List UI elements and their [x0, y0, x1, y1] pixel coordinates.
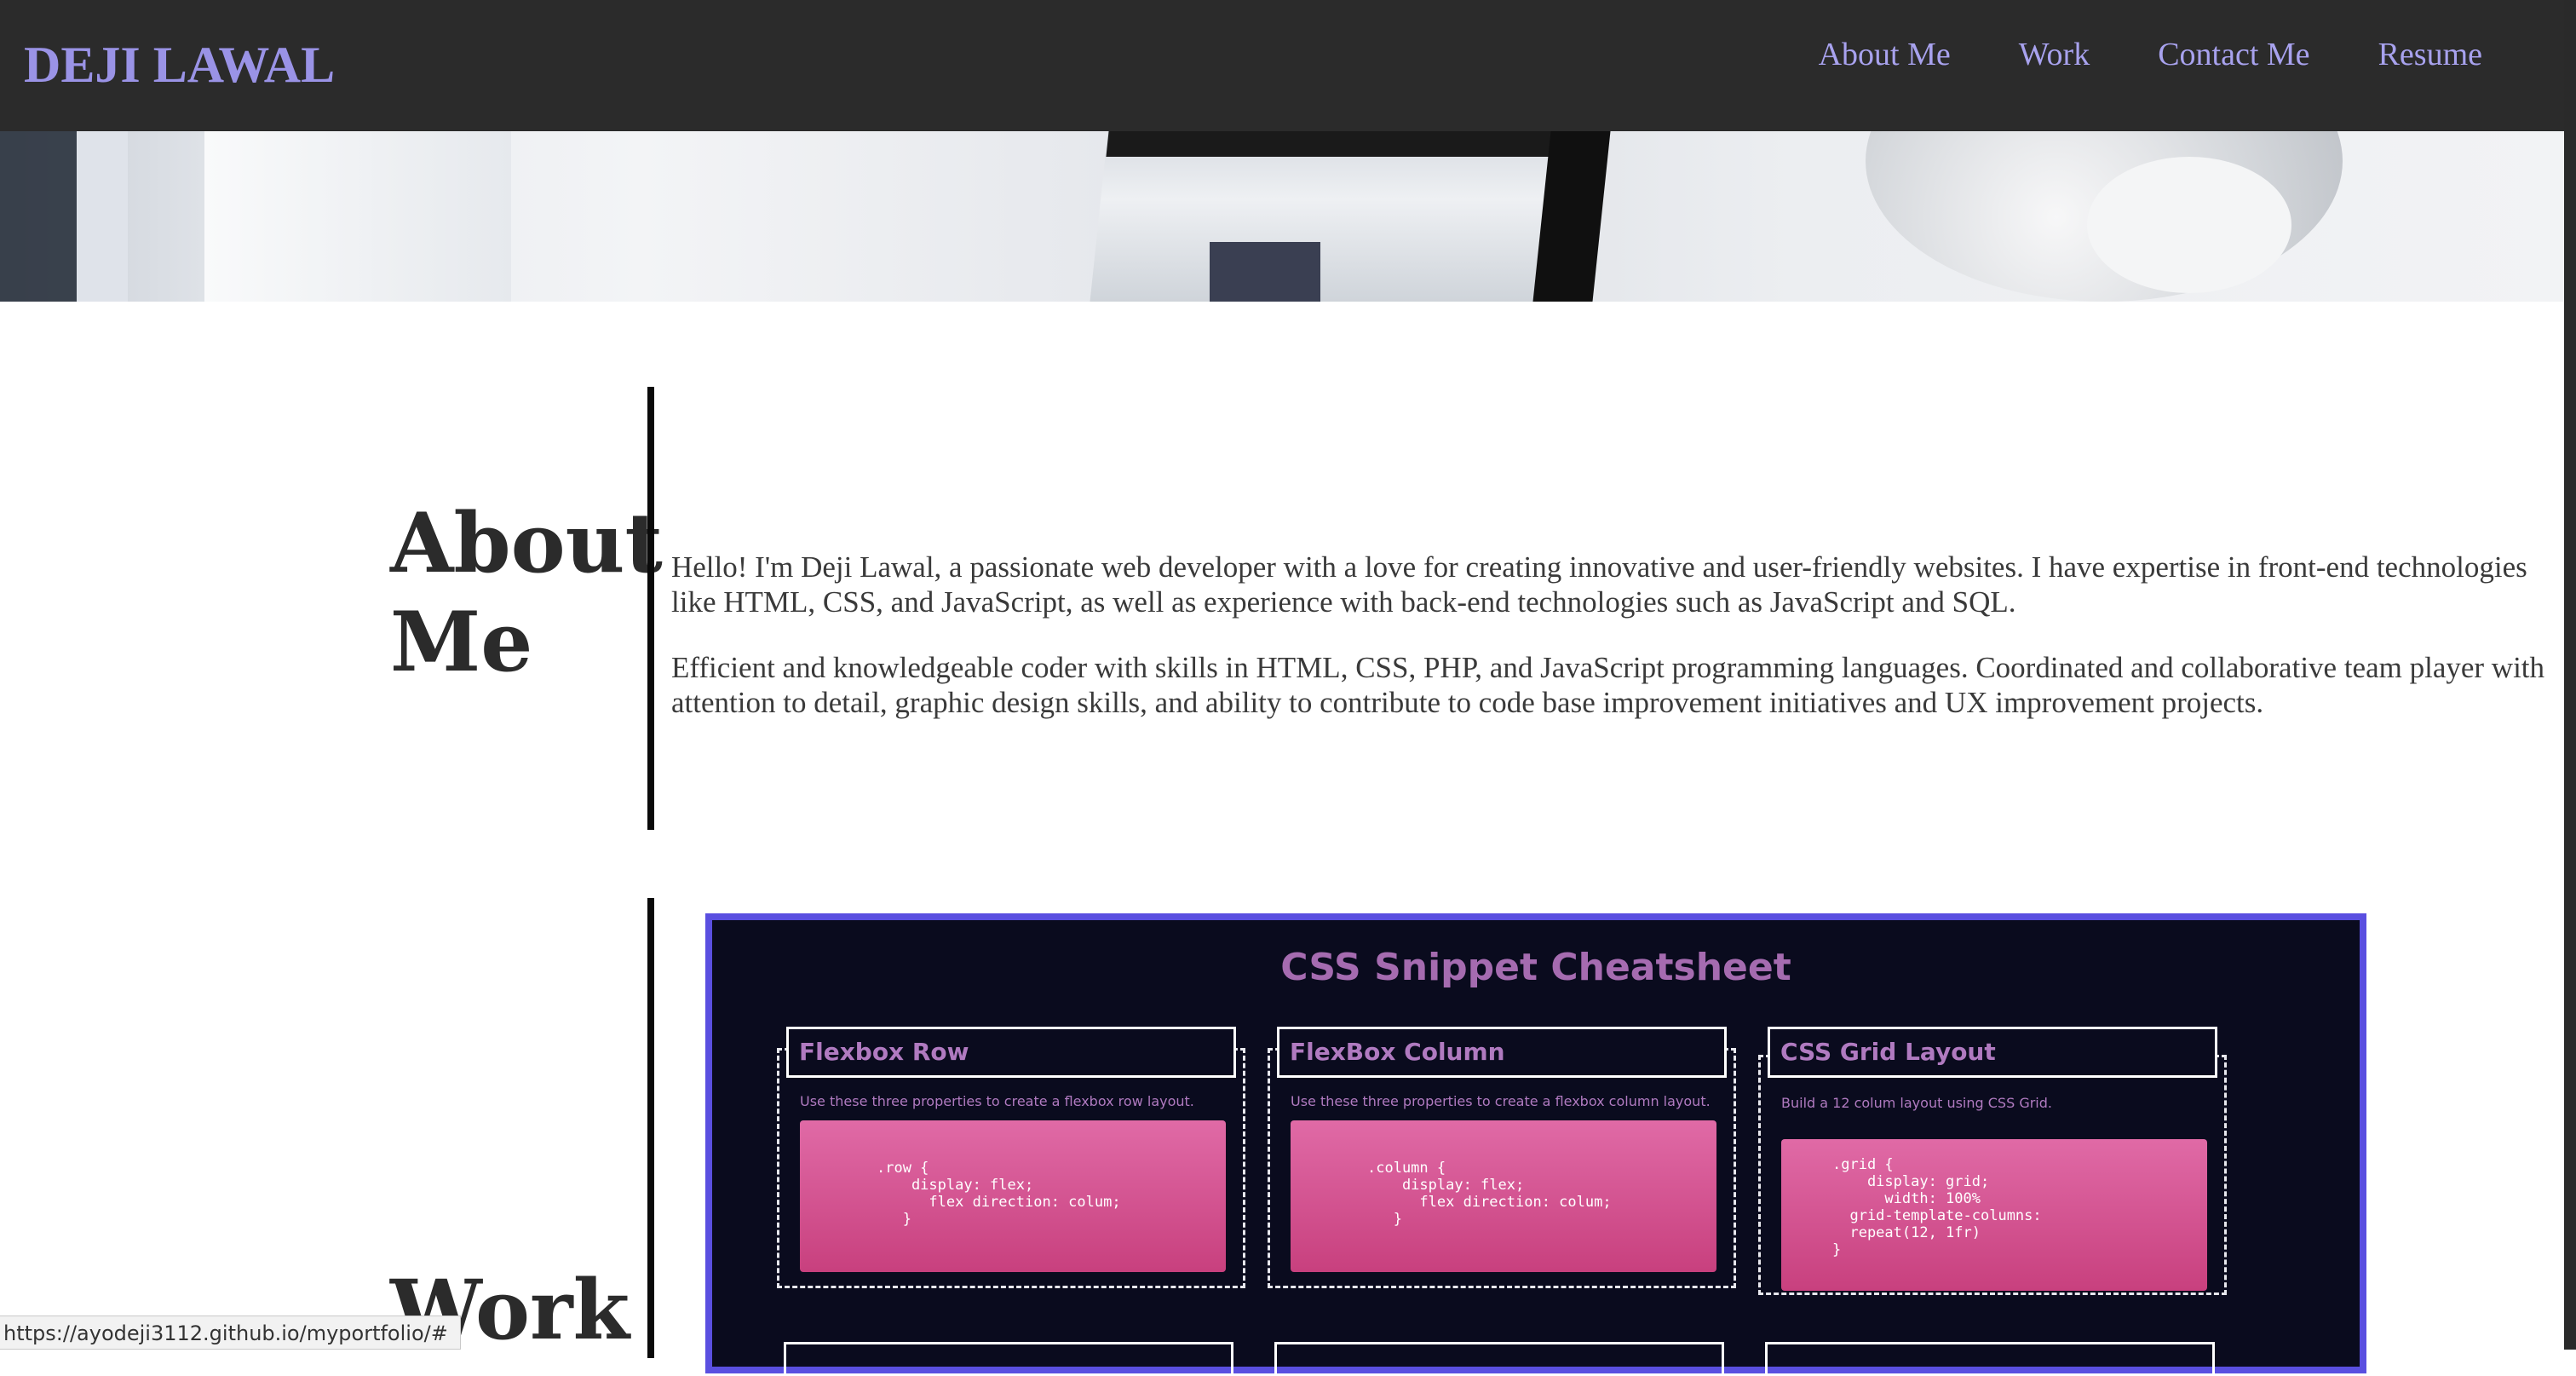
- snippet-description: Use these three properties to create a f…: [800, 1093, 1194, 1109]
- about-body: Hello! I'm Deji Lawal, a passionate web …: [671, 550, 2545, 751]
- status-bar-url: https://ayodeji3112.github.io/myportfoli…: [0, 1316, 461, 1350]
- snippet-title-partial: [1765, 1342, 2215, 1376]
- snippet-title: Flexbox Row: [786, 1027, 1236, 1078]
- window-edge: [2564, 0, 2576, 1350]
- snippet-title: CSS Grid Layout: [1768, 1027, 2217, 1078]
- snippet-card: FlexBox Column Use these three propertie…: [1268, 1027, 1736, 1288]
- work-divider: [647, 898, 654, 1358]
- about-paragraph: Hello! I'm Deji Lawal, a passionate web …: [671, 550, 2527, 619]
- snippet-title-partial: [1274, 1342, 1724, 1376]
- snippet-code: .row { display: flex; flex direction: co…: [800, 1120, 1226, 1272]
- site-header: DEJI LAWAL About Me Work Contact Me Resu…: [0, 0, 2564, 131]
- about-divider: [647, 387, 654, 830]
- hero-image: [0, 131, 2564, 302]
- nav-about-me[interactable]: About Me: [1819, 36, 1951, 73]
- nav-contact-me[interactable]: Contact Me: [2158, 36, 2309, 73]
- snippet-title-partial: [784, 1342, 1233, 1376]
- brand-logo[interactable]: DEJI LAWAL: [24, 36, 335, 95]
- snippet-code: .column { display: flex; flex direction:…: [1291, 1120, 1716, 1272]
- about-paragraph: Efficient and knowledgeable coder with s…: [671, 651, 2545, 719]
- nav-work[interactable]: Work: [2019, 36, 2090, 73]
- snippet-card: Flexbox Row Use these three properties t…: [777, 1027, 1245, 1288]
- snippet-title: FlexBox Column: [1277, 1027, 1727, 1078]
- snippet-code: .grid { display: grid; width: 100% grid-…: [1781, 1139, 2207, 1291]
- snippet-card: CSS Grid Layout Build a 12 colum layout …: [1758, 1027, 2227, 1295]
- snippet-description: Build a 12 colum layout using CSS Grid.: [1781, 1095, 2052, 1111]
- project-card[interactable]: CSS Snippet Cheatsheet Flexbox Row Use t…: [705, 913, 2366, 1376]
- about-heading: About Me: [390, 495, 663, 690]
- nav-resume[interactable]: Resume: [2378, 36, 2482, 73]
- main-nav: About Me Work Contact Me Resume: [1751, 36, 2482, 73]
- snippet-description: Use these three properties to create a f…: [1291, 1093, 1711, 1109]
- project-title: CSS Snippet Cheatsheet: [1280, 946, 1791, 989]
